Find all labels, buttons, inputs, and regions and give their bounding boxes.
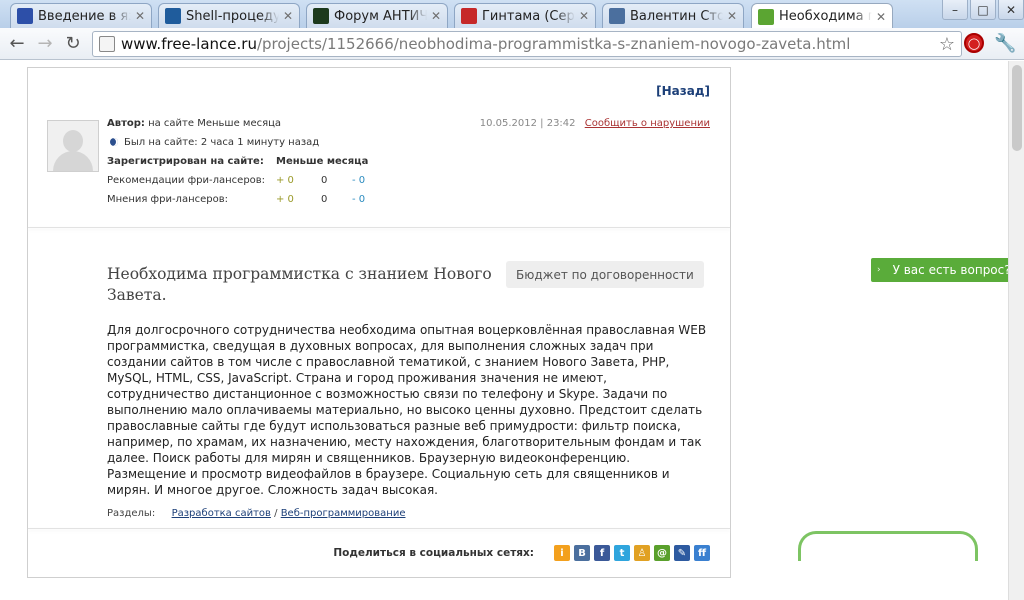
budget-badge: Бюджет по договоренности [506, 261, 704, 288]
odnoklassniki-icon[interactable]: i [554, 545, 570, 561]
divider [28, 227, 730, 228]
vertical-scrollbar[interactable] [1008, 61, 1024, 600]
page-icon [99, 36, 115, 52]
share-label: Поделиться в социальных сетях: [333, 547, 534, 559]
date-area: 10.05.2012 | 23:42 Сообщить о нарушении [480, 118, 710, 129]
question-label: У вас есть вопрос? [892, 263, 1011, 277]
url-path: /projects/1152666/neobhodima-programmist… [256, 35, 851, 53]
back-link[interactable]: [Назад] [656, 84, 710, 98]
browser-toolbar: ← → ↻ www.free-lance.ru/projects/1152666… [0, 28, 1024, 60]
post-date: 10.05.2012 | 23:42 [479, 118, 576, 129]
section-link-web-programming[interactable]: Веб-программирование [281, 508, 406, 519]
registered-label: Зарегистрирован на сайте [107, 156, 260, 167]
window-controls: – □ ✕ [940, 0, 1024, 22]
twitter-icon[interactable]: t [614, 545, 630, 561]
a-logo-icon [313, 8, 329, 24]
tab-close-icon[interactable]: ✕ [727, 9, 737, 23]
back-icon[interactable]: ← [6, 33, 28, 55]
reload-icon[interactable]: ↻ [62, 33, 84, 55]
red-ball-icon [461, 8, 477, 24]
tab-6[interactable]: Необходима пр ✕ [751, 3, 893, 29]
bookmark-star-icon[interactable]: ☆ [939, 34, 955, 55]
address-bar[interactable]: www.free-lance.ru/projects/1152666/neobh… [92, 31, 962, 57]
tab-close-icon[interactable]: ✕ [135, 9, 145, 23]
page-viewport: [Назад] Автор: на сайте Меньше месяца Бы… [0, 61, 1008, 600]
tab-2[interactable]: Shell-процедур ✕ [158, 3, 300, 28]
vk-icon [609, 8, 625, 24]
tab-3[interactable]: Форум АНТИЧА ✕ [306, 3, 448, 28]
tab-close-icon[interactable]: ✕ [283, 9, 293, 23]
tab-title: Форум АНТИЧА [334, 8, 427, 24]
book-icon [17, 8, 33, 24]
opinions-positive[interactable]: + 0 [276, 194, 294, 205]
close-window-button[interactable]: ✕ [998, 0, 1024, 20]
avatar-body [53, 151, 93, 171]
minimize-button[interactable]: – [942, 0, 968, 20]
section-link-web-dev[interactable]: Разработка сайтов [172, 508, 271, 519]
recommendations-neutral[interactable]: 0 [321, 175, 327, 186]
question-button[interactable]: › У вас есть вопрос? [871, 258, 1011, 282]
project-title: Необходима программистка с знанием Новог… [107, 265, 492, 304]
opinions-negative[interactable]: - 0 [352, 194, 365, 205]
author-label: Автор: [107, 118, 145, 129]
opinions-neutral[interactable]: 0 [321, 194, 327, 205]
avatar-head [63, 130, 83, 152]
url-host: www.free-lance.ru [121, 35, 257, 53]
tab-close-icon[interactable]: ✕ [876, 10, 886, 24]
registered-value: Меньше месяца [276, 156, 369, 167]
scrollbar-thumb[interactable] [1012, 65, 1022, 151]
vkontakte-icon[interactable]: B [574, 545, 590, 561]
project-description: Для долгосрочного сотрудничества необход… [107, 323, 707, 497]
opinions-label: Мнения фри-лансеров: [107, 194, 228, 205]
online-status-icon [110, 138, 118, 146]
tab-title: Shell-процедур [186, 8, 279, 24]
moikrug-icon[interactable]: ♙ [634, 545, 650, 561]
green-widget-edge [798, 531, 978, 561]
sections: Разделы: Разработка сайтов / Веб-програм… [107, 508, 405, 519]
tab-1[interactable]: Введение в язы ✕ [10, 3, 152, 28]
last-seen: Был на сайте: 2 часа 1 минуту назад [124, 137, 320, 148]
report-link[interactable]: Сообщить о нарушении [585, 118, 710, 129]
freelance-icon [758, 8, 774, 25]
maximize-button[interactable]: □ [970, 0, 996, 20]
tab-title: Валентин Стол [630, 8, 723, 24]
tab-title: Необходима пр [779, 9, 872, 24]
share-bar: Поделиться в социальных сетях: i Bf t ♙ @ ✎ ff [333, 545, 710, 561]
author-value[interactable]: на сайте Меньше месяца [148, 118, 281, 129]
sections-separator: / [270, 508, 281, 519]
adblock-icon[interactable]: ◯ [964, 33, 984, 53]
recommendations-label: Рекомендации фри-лансеров: [107, 175, 266, 186]
tab-close-icon[interactable]: ✕ [579, 9, 589, 23]
recommendations-positive[interactable]: + 0 [276, 175, 294, 186]
lf-icon [165, 8, 181, 24]
chevron-right-icon: › [877, 265, 881, 275]
friendfeed-icon[interactable]: ff [694, 545, 710, 561]
wrench-icon[interactable]: 🔧 [994, 33, 1016, 54]
tab-title: Введение в язы [38, 8, 131, 24]
tab-5[interactable]: Валентин Стол ✕ [602, 3, 744, 28]
divider [28, 528, 730, 529]
tab-title: Гинтама (Сере [482, 8, 575, 24]
recommendations-negative[interactable]: - 0 [352, 175, 365, 186]
mailru-icon[interactable]: @ [654, 545, 670, 561]
sections-label: Разделы: [107, 508, 156, 519]
tab-4[interactable]: Гинтама (Сере ✕ [454, 3, 596, 28]
avatar[interactable] [47, 120, 99, 172]
tab-close-icon[interactable]: ✕ [431, 9, 441, 23]
facebook-icon[interactable]: f [594, 545, 610, 561]
url-text[interactable]: www.free-lance.ru/projects/1152666/neobh… [121, 35, 939, 53]
forward-icon[interactable]: → [34, 33, 56, 55]
livejournal-icon[interactable]: ✎ [674, 545, 690, 561]
tab-strip: Введение в язы✕Shell-процедур✕Форум АНТИ… [0, 0, 1024, 29]
project-card: [Назад] Автор: на сайте Меньше месяца Бы… [27, 67, 731, 578]
